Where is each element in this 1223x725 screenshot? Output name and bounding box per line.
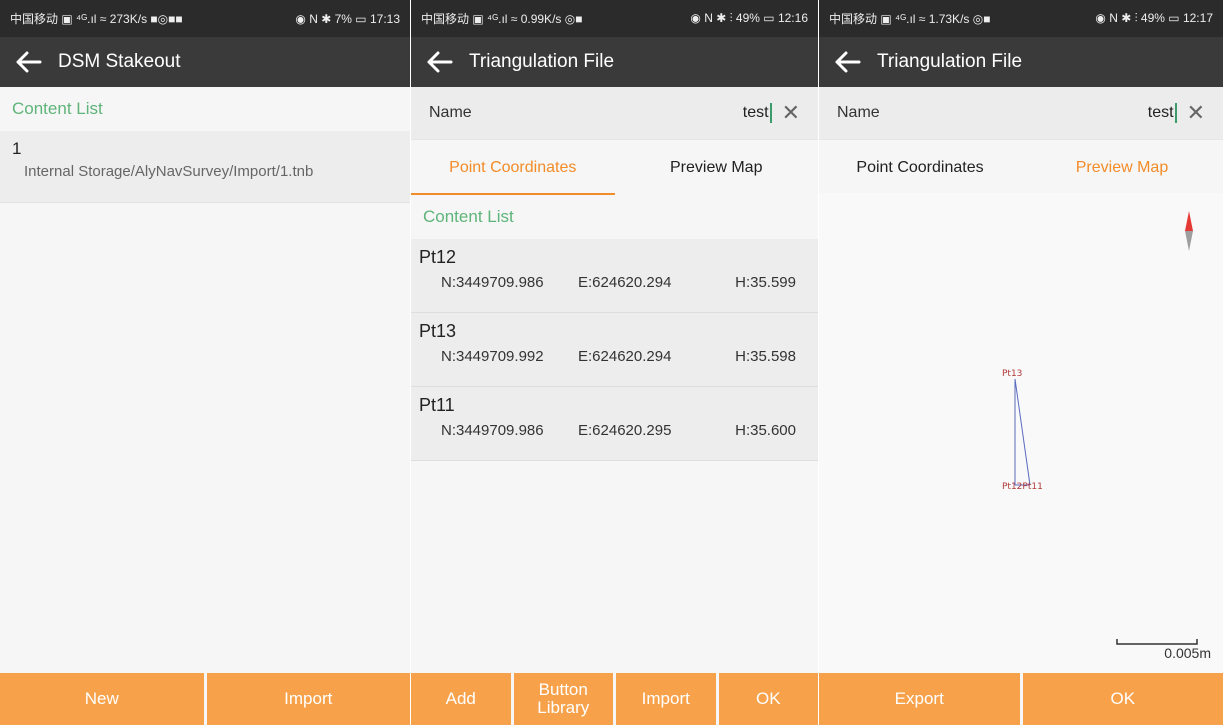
page-title: Triangulation File — [469, 51, 615, 72]
triangulation-coords-screen: 中国移动 ▣ ⁴ᴳ.ıl ≈ 0.99K/s ◎■ ◉ N ✱ ⫶ 49% ▭ … — [411, 0, 818, 725]
app-bar: DSM Stakeout — [0, 37, 410, 87]
name-label: Name — [429, 104, 472, 121]
app-bar: Triangulation File — [411, 37, 818, 87]
list-item[interactable]: Pt11 N:3449709.986 E:624620.295 H:35.600 — [411, 387, 818, 461]
name-input[interactable]: test — [743, 103, 772, 123]
status-right: ◉ N ✱ ⫶ 49% ▭ 12:16 — [690, 11, 808, 25]
status-left: 中国移动 ▣ ⁴ᴳ.ıl ≈ 1.73K/s ◎■ — [829, 12, 991, 26]
list-item[interactable]: Pt13 N:3449709.992 E:624620.294 H:35.598 — [411, 313, 818, 387]
point-label-pt13: Pt13 — [1002, 369, 1022, 379]
tab-preview-map[interactable]: Preview Map — [615, 140, 819, 195]
new-button[interactable]: New — [0, 673, 204, 725]
status-right: ◉ N ✱ 7% ▭ 17:13 — [295, 11, 400, 26]
text-cursor — [769, 103, 772, 123]
name-field[interactable]: Name test ✕ — [819, 87, 1223, 139]
point-name: Pt13 — [419, 321, 457, 341]
preview-map[interactable]: Pt13 Pt12Pt11 0.005m — [819, 193, 1223, 673]
point-name: Pt12 — [419, 247, 457, 267]
status-bar: 中国移动 ▣ ⁴ᴳ.ıl ≈ 0.99K/s ◎■ ◉ N ✱ ⫶ 49% ▭ … — [411, 0, 818, 37]
back-arrow-icon[interactable] — [833, 47, 863, 77]
easting: E:624620.295 — [578, 422, 672, 439]
status-bar: 中国移动 ▣ ⁴ᴳ.ıl ≈ 273K/s ■◎■■ ◉ N ✱ 7% ▭ 17… — [0, 0, 410, 37]
status-left: 中国移动 ▣ ⁴ᴳ.ıl ≈ 0.99K/s ◎■ — [421, 12, 583, 26]
name-value: test — [742, 104, 769, 122]
height: H:35.599 — [735, 274, 796, 291]
ok-button[interactable]: OK — [1022, 673, 1223, 725]
name-input[interactable]: test — [1148, 103, 1177, 123]
clear-icon[interactable]: ✕ — [1187, 100, 1205, 126]
text-cursor — [1174, 103, 1177, 123]
add-button[interactable]: Add — [411, 673, 511, 725]
triangulation-map-screen: 中国移动 ▣ ⁴ᴳ.ıl ≈ 1.73K/s ◎■ ◉ N ✱ ⫶ 49% ▭ … — [819, 0, 1223, 725]
bottom-toolbar: Export OK — [819, 673, 1223, 725]
list-item[interactable]: 1 Internal Storage/AlyNavSurvey/Import/1… — [0, 131, 410, 203]
scale-label: 0.005m — [1164, 645, 1211, 661]
app-bar: Triangulation File — [819, 37, 1223, 87]
ok-button[interactable]: OK — [718, 673, 818, 725]
content-list-label: Content List — [0, 87, 410, 131]
easting: E:624620.294 — [578, 348, 672, 365]
bottom-toolbar: New Import — [0, 673, 410, 725]
northing: N:3449709.986 — [441, 274, 544, 291]
name-label: Name — [837, 104, 880, 121]
name-value: test — [1147, 104, 1174, 122]
map-canvas: Pt13 Pt12Pt11 — [1002, 211, 1198, 645]
height: H:35.600 — [735, 422, 796, 439]
import-button[interactable]: Import — [206, 673, 410, 725]
content-list-label: Content List — [411, 195, 818, 239]
page-title: DSM Stakeout — [58, 51, 181, 72]
tab-point-coordinates[interactable]: Point Coordinates — [411, 140, 615, 195]
page-title: Triangulation File — [877, 51, 1023, 72]
import-button[interactable]: Import — [616, 673, 716, 725]
tab-preview-map[interactable]: Preview Map — [1021, 140, 1223, 195]
file-path: Internal Storage/AlyNavSurvey/Import/1.t… — [24, 163, 314, 180]
file-name: 1 — [12, 139, 22, 158]
height: H:35.598 — [735, 348, 796, 365]
northing: N:3449709.992 — [441, 348, 544, 365]
triangulation-network — [1014, 378, 1031, 486]
clear-icon[interactable]: ✕ — [782, 100, 800, 126]
point-label-pt12-pt11: Pt12Pt11 — [1002, 482, 1043, 492]
tab-bar: Point Coordinates Preview Map — [411, 139, 818, 195]
status-right: ◉ N ✱ ⫶ 49% ▭ 12:17 — [1095, 11, 1213, 25]
northing: N:3449709.986 — [441, 422, 544, 439]
tab-bar: Point Coordinates Preview Map — [819, 139, 1223, 195]
point-name: Pt11 — [419, 395, 455, 415]
export-button[interactable]: Export — [819, 673, 1020, 725]
button-library-button[interactable]: Button Library — [513, 673, 613, 725]
bottom-toolbar: Add Button Library Import OK — [411, 673, 818, 725]
back-arrow-icon[interactable] — [425, 47, 455, 77]
status-left: 中国移动 ▣ ⁴ᴳ.ıl ≈ 273K/s ■◎■■ — [10, 12, 183, 26]
tab-point-coordinates[interactable]: Point Coordinates — [819, 140, 1021, 195]
scale-bar — [1116, 639, 1198, 645]
north-arrow-icon — [1185, 211, 1193, 251]
back-arrow-icon[interactable] — [14, 47, 44, 77]
status-bar: 中国移动 ▣ ⁴ᴳ.ıl ≈ 1.73K/s ◎■ ◉ N ✱ ⫶ 49% ▭ … — [819, 0, 1223, 37]
easting: E:624620.294 — [578, 274, 672, 291]
list-item[interactable]: Pt12 N:3449709.986 E:624620.294 H:35.599 — [411, 239, 818, 313]
name-field[interactable]: Name test ✕ — [411, 87, 818, 139]
dsm-stakeout-screen: 中国移动 ▣ ⁴ᴳ.ıl ≈ 273K/s ■◎■■ ◉ N ✱ 7% ▭ 17… — [0, 0, 410, 725]
button-library-label: Button Library — [537, 680, 590, 717]
